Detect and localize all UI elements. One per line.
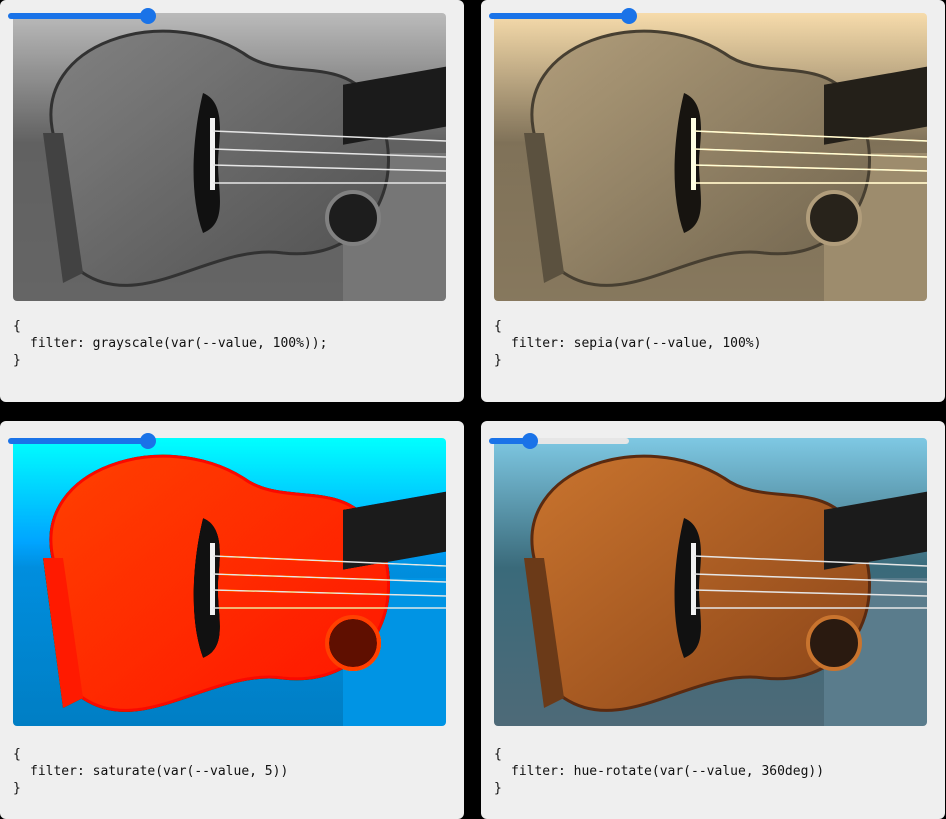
code-filter-line: filter: saturate(var(--value, 5)) [30, 764, 289, 779]
filter-card-grayscale: { filter: grayscale(var(--value, 100%));} [0, 0, 464, 402]
ukulele-photo [494, 438, 927, 726]
code-snippet: { filter: sepia(var(--value, 100%)} [494, 318, 761, 369]
code-close-brace: } [13, 353, 21, 368]
code-open-brace: { [13, 319, 21, 334]
code-snippet: { filter: saturate(var(--value, 5))} [13, 746, 288, 797]
slider-thumb[interactable] [621, 8, 637, 24]
code-open-brace: { [494, 319, 502, 334]
ukulele-photo [13, 13, 446, 301]
code-snippet: { filter: hue-rotate(var(--value, 360deg)… [494, 746, 824, 797]
code-open-brace: { [13, 747, 21, 762]
slider-thumb[interactable] [140, 433, 156, 449]
code-snippet: { filter: grayscale(var(--value, 100%));} [13, 318, 327, 369]
slider-fill [489, 13, 629, 19]
ukulele-image [13, 13, 446, 301]
ukulele-image [13, 438, 446, 726]
filter-card-sepia: { filter: sepia(var(--value, 100%)} [481, 0, 945, 402]
code-close-brace: } [13, 781, 21, 796]
slider-thumb[interactable] [522, 433, 538, 449]
code-open-brace: { [494, 747, 502, 762]
ukulele-photo [494, 13, 927, 301]
ukulele-photo [13, 438, 446, 726]
code-close-brace: } [494, 781, 502, 796]
code-filter-line: filter: sepia(var(--value, 100%) [511, 336, 762, 351]
ukulele-image [494, 438, 927, 726]
filter-card-hue-rotate: { filter: hue-rotate(var(--value, 360deg)… [481, 421, 945, 819]
ukulele-image [494, 13, 927, 301]
slider-fill [8, 13, 148, 19]
code-filter-line: filter: hue-rotate(var(--value, 360deg)) [511, 764, 825, 779]
code-filter-line: filter: grayscale(var(--value, 100%)); [30, 336, 328, 351]
slider-fill [8, 438, 148, 444]
value-slider[interactable] [489, 433, 629, 449]
value-slider[interactable] [8, 433, 156, 449]
value-slider[interactable] [489, 8, 637, 24]
filter-card-saturate: { filter: saturate(var(--value, 5))} [0, 421, 464, 819]
slider-thumb[interactable] [140, 8, 156, 24]
value-slider[interactable] [8, 8, 156, 24]
code-close-brace: } [494, 353, 502, 368]
